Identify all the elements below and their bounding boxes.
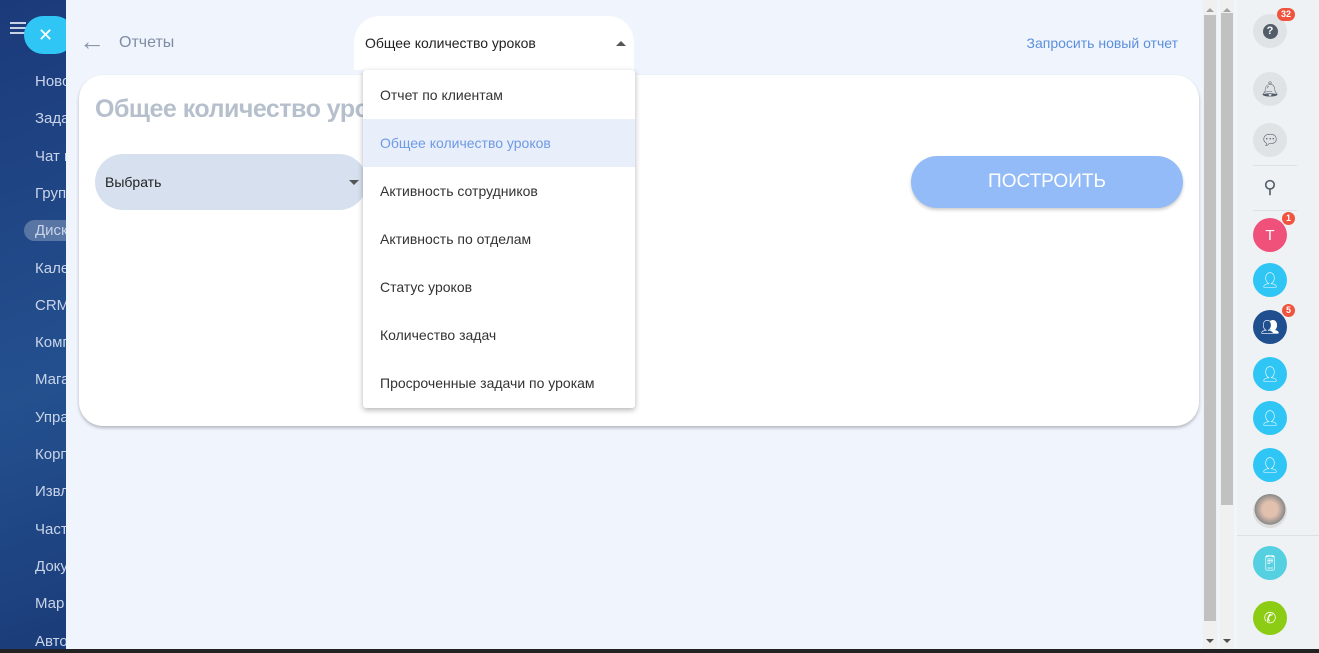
menu-item[interactable]: Просроченные задачи по урокам [363, 359, 635, 407]
report-type-dropdown: Отчет по клиентам Общее количество уроков… [363, 70, 635, 408]
help-button[interactable]: ? 32 [1253, 8, 1295, 48]
menu-item[interactable]: Статус уроков [363, 263, 635, 311]
menu-item[interactable]: Общее количество уроков [363, 119, 635, 167]
sidebar-item[interactable]: Чат и [35, 148, 66, 165]
notifications-button[interactable]: 🔔︎ [1253, 72, 1287, 106]
help-badge: 32 [1276, 8, 1295, 21]
request-new-report-link[interactable]: Запросить новый отчет [1027, 35, 1178, 51]
sidebar-item[interactable]: Доку [35, 558, 66, 575]
picker-placeholder: Выбрать [105, 174, 162, 190]
menu-item[interactable]: Количество задач [363, 311, 635, 359]
search-icon[interactable]: ⚲ [1253, 170, 1287, 204]
sidebar-item[interactable]: Кале [35, 260, 66, 277]
menu-item[interactable]: Активность сотрудников [363, 167, 635, 215]
user-photo-avatar[interactable] [1253, 494, 1287, 528]
menu-item[interactable]: Активность по отделам [363, 215, 635, 263]
picker-select[interactable]: Выбрать [95, 154, 367, 210]
caret-down-icon [349, 180, 359, 185]
menu-icon[interactable] [10, 27, 26, 29]
build-button[interactable]: ПОСТРОИТЬ [911, 156, 1183, 208]
sidebar-item[interactable]: CRM [35, 297, 66, 314]
sidebar-item[interactable]: Авто [35, 633, 66, 650]
question-icon: ? [1262, 23, 1278, 39]
sidebar-item[interactable]: Мага [35, 371, 66, 388]
sidebar-item[interactable]: Ново [35, 73, 66, 90]
group-chat-badge: 5 [1281, 304, 1295, 317]
user-clock-icon[interactable]: 👤︎ [1253, 263, 1287, 297]
report-card: Общее количество уроков Выбрать ПОСТРОИТ… [79, 75, 1199, 426]
user-t-badge: 1 [1281, 212, 1295, 225]
sidebar-item[interactable]: Извл [35, 483, 66, 500]
scrollbar[interactable] [1203, 0, 1217, 653]
sidebar-item[interactable]: Диск [24, 220, 66, 242]
sidebar-item[interactable]: Зада [35, 110, 66, 127]
chat-button[interactable]: 💬︎ [1253, 123, 1287, 157]
user-clock-icon[interactable]: 👤︎ [1253, 448, 1287, 482]
close-icon: ✕ [38, 25, 54, 45]
phone-call-icon[interactable]: ✆ [1253, 601, 1287, 635]
report-type-select[interactable]: Общее количество уроков [354, 16, 634, 70]
top-bar: ← Отчеты Общее количество уроков Запроси… [66, 0, 1201, 70]
user-t-avatar[interactable]: T1 [1253, 212, 1295, 252]
left-sidebar: Ново Зада Чат и Груп Диск Кале CRM Комп Мага Упра… [0, 0, 66, 653]
sidebar-item[interactable]: Част [35, 521, 66, 538]
scrollbar[interactable] [1220, 0, 1234, 653]
right-panel: ? 32 🔔︎ 💬︎ ⚲ T1 👤︎ 👥︎ 5 👤︎ 👤︎ 👤︎ 📱︎ ✆ [1237, 0, 1319, 653]
sidebar-item[interactable]: Упра [35, 409, 66, 426]
group-chat-icon[interactable]: 👥︎ 5 [1253, 304, 1295, 344]
menu-item[interactable]: Отчет по клиентам [363, 71, 635, 119]
sidebar-item[interactable]: Мар [35, 595, 64, 612]
avatar-letter: T [1265, 226, 1275, 244]
caret-up-icon [616, 41, 626, 46]
mobile-cloud-icon[interactable]: 📱︎ [1253, 546, 1287, 580]
selected-report: Общее количество уроков [365, 35, 536, 51]
sidebar-item[interactable]: Груп [35, 185, 66, 202]
chat-icon: 💬︎ [1260, 132, 1280, 149]
bell-icon: 🔔︎ [1260, 81, 1280, 98]
sidebar-item[interactable]: Корп [35, 446, 66, 463]
user-clock-icon[interactable]: 👤︎ [1253, 401, 1287, 435]
close-button[interactable]: ✕ [24, 16, 66, 54]
user-clock-icon[interactable]: 👤︎ [1253, 357, 1287, 391]
sidebar-item[interactable]: Комп [35, 334, 66, 351]
back-arrow-icon[interactable]: ← [79, 28, 105, 54]
breadcrumb[interactable]: Отчеты [119, 34, 174, 52]
